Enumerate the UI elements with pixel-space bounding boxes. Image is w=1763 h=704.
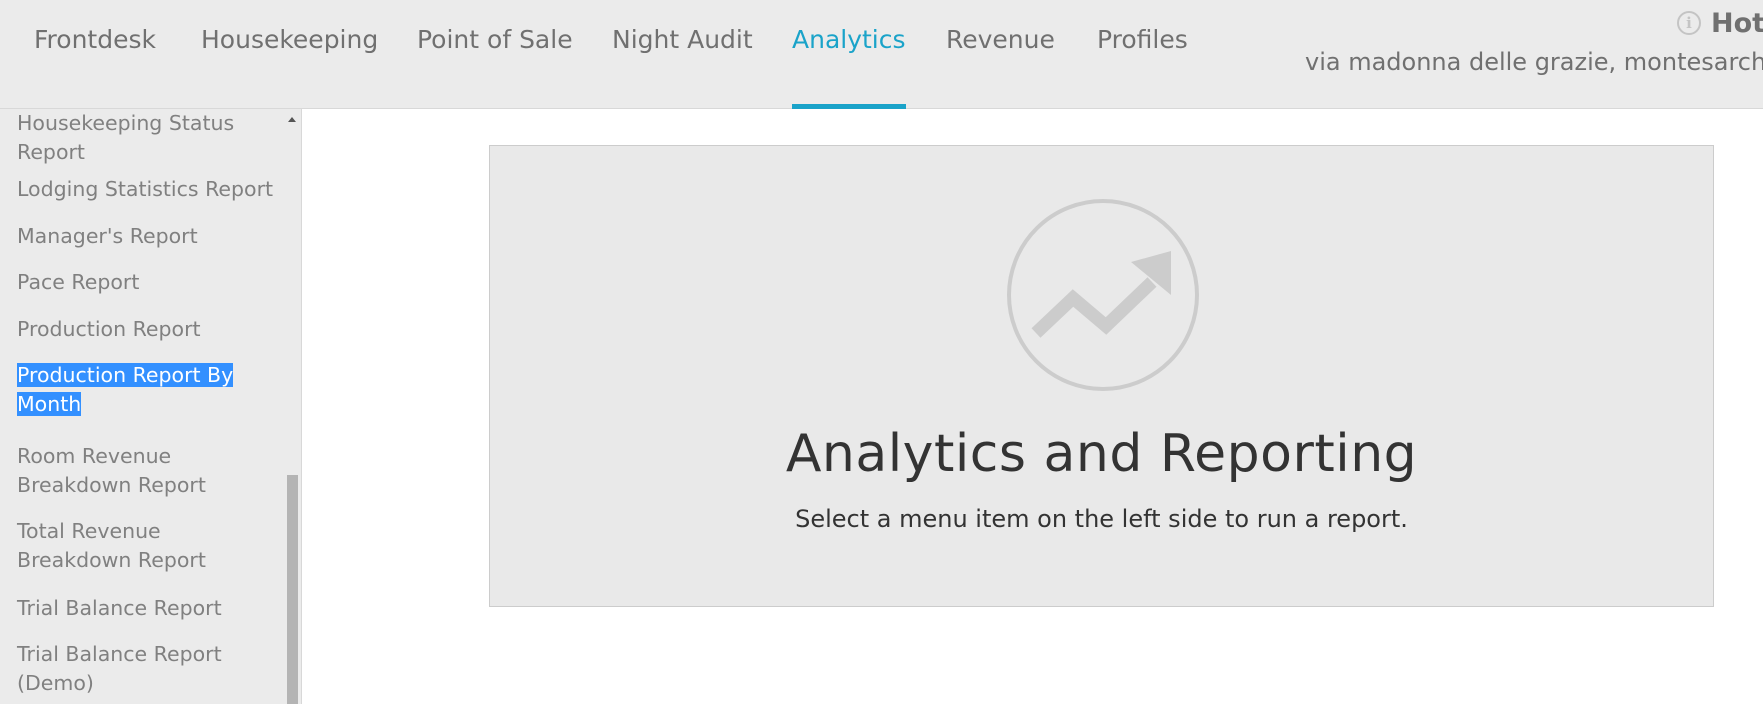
sidebar-item-pace-report[interactable]: Pace Report [17, 268, 277, 297]
analytics-placeholder-card: Analytics and Reporting Select a menu it… [489, 145, 1714, 607]
report-sidebar: Housekeeping Status Report Lodging Stati… [0, 109, 302, 704]
sidebar-item-label: Production Report [17, 317, 201, 341]
sidebar-item-trial-balance-report-demo[interactable]: Trial Balance Report (Demo) [17, 640, 277, 698]
sidebar-scrollbar[interactable] [284, 109, 301, 704]
hotel-name: Hot [1711, 8, 1763, 39]
sidebar-item-housekeeping-status-report[interactable]: Housekeeping Status Report [17, 109, 277, 167]
sidebar-item-room-revenue-breakdown-report[interactable]: Room Revenue Breakdown Report [17, 442, 277, 500]
page-subtitle: Select a menu item on the left side to r… [795, 505, 1408, 533]
sidebar-item-label: Trial Balance Report [17, 596, 222, 620]
sidebar-item-production-report[interactable]: Production Report [17, 315, 277, 344]
scroll-up-arrow-icon[interactable] [288, 117, 296, 122]
sidebar-item-production-report-by-month[interactable]: Production Report By Month [17, 361, 277, 419]
scrollbar-thumb[interactable] [287, 475, 298, 704]
tab-night-audit[interactable]: Night Audit [612, 0, 753, 109]
page-title: Analytics and Reporting [785, 424, 1418, 484]
sidebar-item-label: Trial Balance Report (Demo) [17, 642, 222, 695]
sidebar-item-total-revenue-breakdown-report[interactable]: Total Revenue Breakdown Report [17, 517, 277, 575]
sidebar-item-trial-balance-report[interactable]: Trial Balance Report [17, 594, 277, 623]
sidebar-item-label: Manager's Report [17, 224, 198, 248]
sidebar-item-label: Total Revenue Breakdown Report [17, 519, 206, 572]
tab-housekeeping[interactable]: Housekeeping [201, 0, 378, 109]
sidebar-item-label: Room Revenue Breakdown Report [17, 444, 206, 497]
sidebar-item-label: Pace Report [17, 270, 140, 294]
info-icon[interactable]: i [1677, 11, 1701, 35]
tab-profiles[interactable]: Profiles [1097, 0, 1188, 109]
sidebar-item-label: Production Report By Month [17, 363, 234, 416]
trending-up-icon [1007, 199, 1199, 391]
tab-revenue[interactable]: Revenue [946, 0, 1055, 109]
sidebar-item-managers-report[interactable]: Manager's Report [17, 222, 277, 251]
top-navigation-bar: Frontdesk Housekeeping Point of Sale Nig… [0, 0, 1763, 109]
sidebar-item-label: Lodging Statistics Report [17, 177, 274, 201]
sidebar-item-label: Housekeeping Status Report [17, 111, 235, 164]
tab-frontdesk[interactable]: Frontdesk [34, 0, 156, 109]
sidebar-item-lodging-statistics-report[interactable]: Lodging Statistics Report [17, 175, 277, 204]
tab-point-of-sale[interactable]: Point of Sale [417, 0, 573, 109]
hotel-address: via madonna delle grazie, montesarchio [1305, 48, 1763, 76]
tab-analytics[interactable]: Analytics [792, 0, 906, 109]
